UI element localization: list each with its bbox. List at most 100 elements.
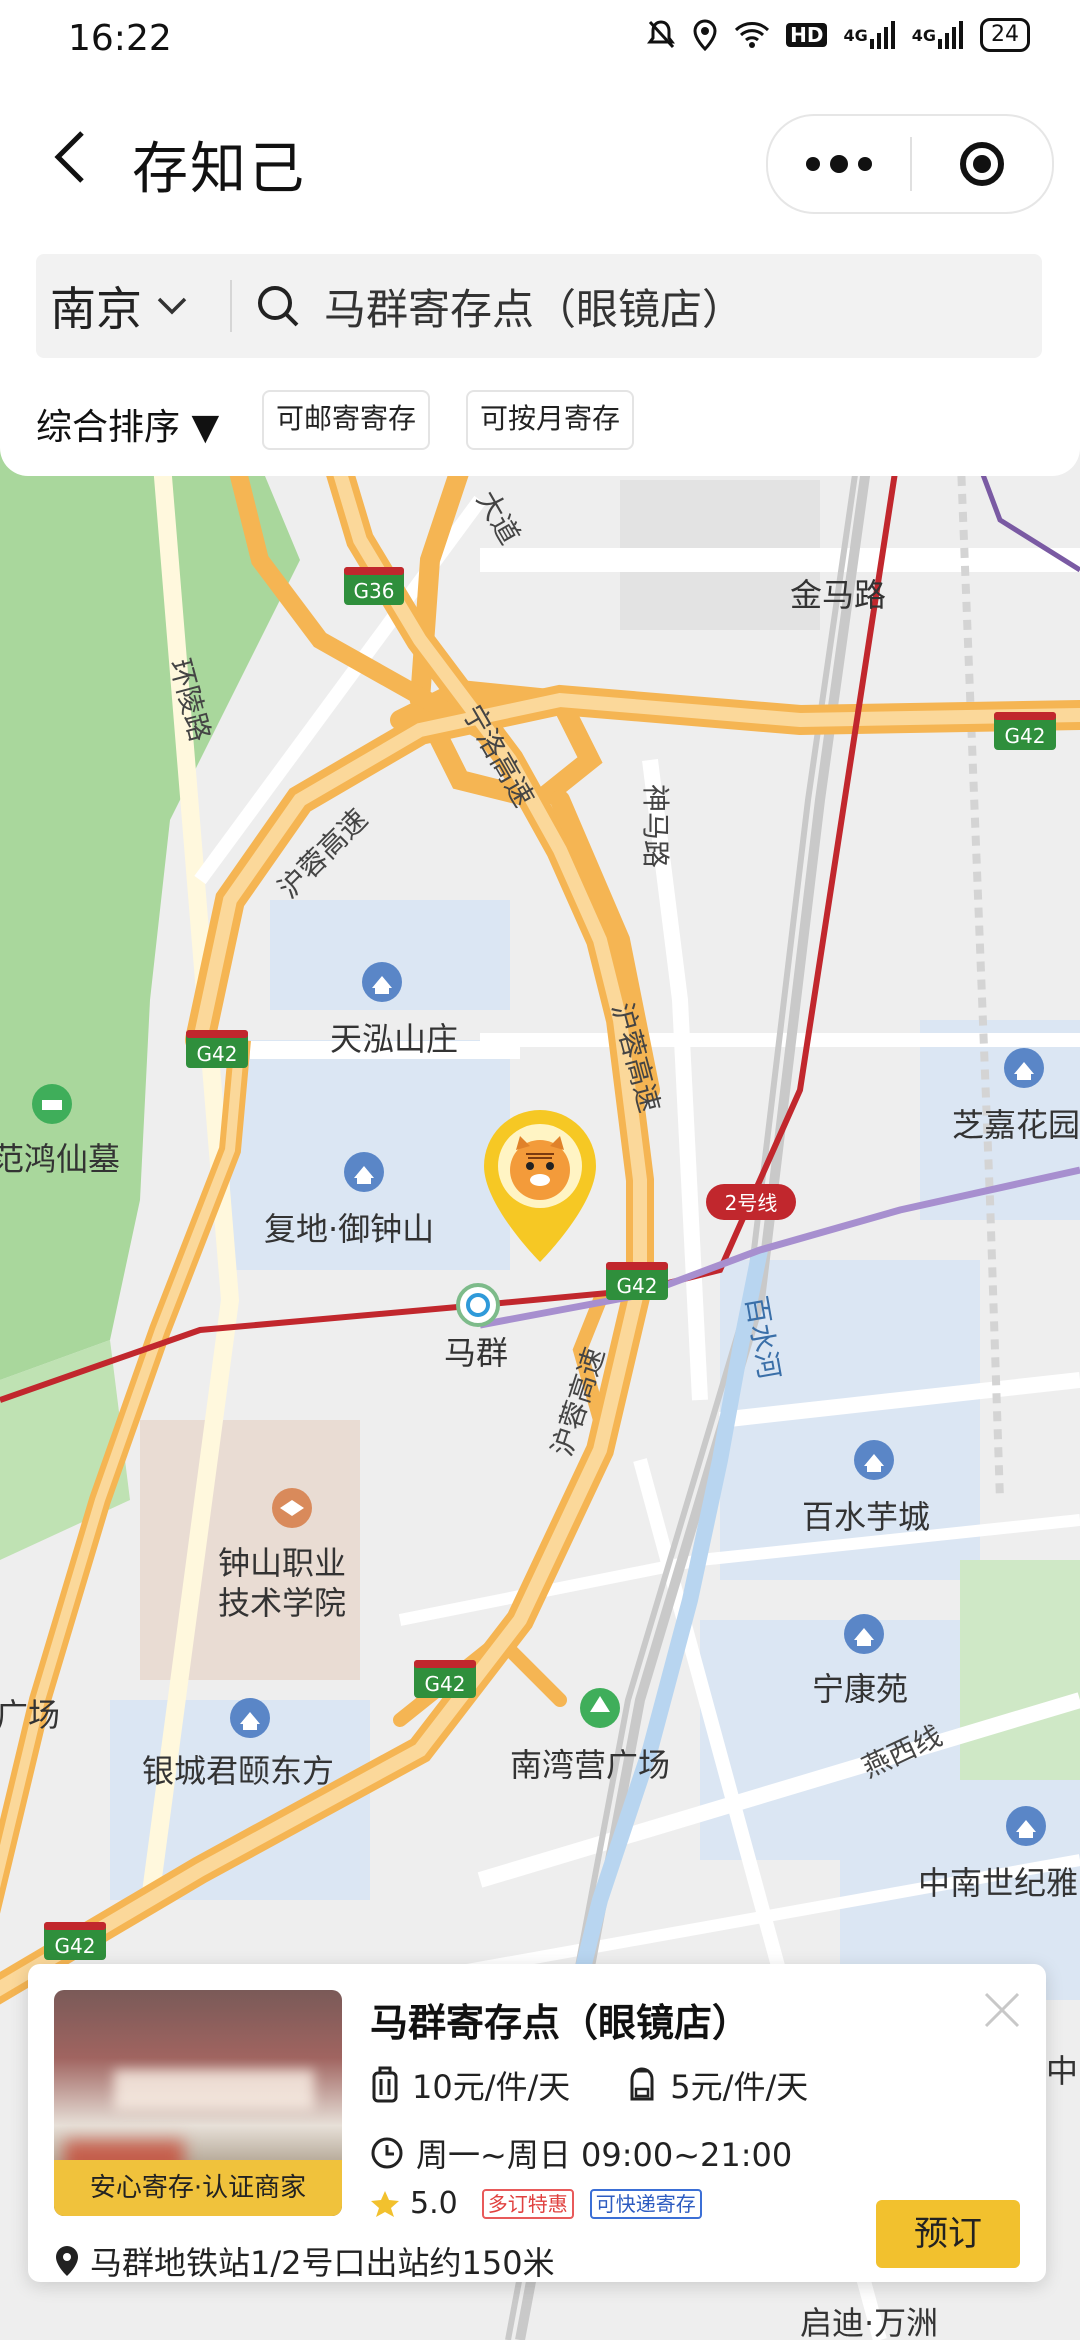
filter-chip-mail[interactable]: 可邮寄寄存 — [262, 390, 431, 450]
price-row: 10元/件/天 5元/件/天 — [370, 2062, 864, 2108]
residential-poi-icon — [854, 1440, 894, 1480]
certified-tag: 安心寄存·认证商家 — [54, 2160, 342, 2216]
wifi-icon — [734, 21, 770, 49]
dot-icon — [806, 157, 820, 171]
residential-poi-icon — [1006, 1806, 1046, 1846]
store-photo[interactable]: 安心寄存·认证商家 — [54, 1990, 342, 2216]
business-hours: 周一~周日 09:00~21:00 — [370, 2130, 792, 2176]
svg-text:G42: G42 — [1005, 724, 1046, 748]
close-icon[interactable] — [980, 1988, 1024, 2032]
scenic-poi-icon — [32, 1084, 72, 1124]
dot-icon — [858, 157, 872, 171]
park-poi-icon — [580, 1688, 620, 1728]
status-icons: HD 4G 4G 24 — [646, 18, 1030, 52]
status-time: 16:22 — [68, 18, 172, 59]
map-label: 百水芋城 — [802, 1498, 930, 1536]
highway-shield-g42: G42 — [606, 1262, 668, 1300]
residential-poi-icon — [1004, 1048, 1044, 1088]
luggage-icon — [372, 2066, 398, 2103]
search-input[interactable]: 马群寄存点（眼镜店） — [324, 276, 744, 337]
backpack-icon — [630, 2067, 654, 2101]
filter-bar: 综合排序 ▼ 可邮寄寄存 可按月寄存 — [0, 376, 1080, 476]
highway-shield-g42: G42 — [186, 1030, 248, 1068]
clock-icon — [371, 2137, 403, 2169]
more-options-button[interactable] — [768, 116, 910, 212]
search-icon — [258, 286, 299, 327]
miniprogram-capsule — [766, 114, 1054, 214]
map-label: 神马路 — [639, 784, 672, 868]
map-label: 金马路 — [790, 576, 886, 614]
metro-line-badge: 2号线 — [706, 1184, 796, 1220]
map-label: 技术学院 — [218, 1584, 346, 1622]
search-section: 南京 马群寄存点（眼镜店） — [0, 226, 1080, 376]
price-bag-text: 5元/件/天 — [670, 2068, 809, 2106]
school-poi-icon — [272, 1488, 312, 1528]
book-button[interactable]: 预订 — [876, 2200, 1020, 2268]
map-label: 马群 — [444, 1334, 508, 1372]
svg-text:G42: G42 — [617, 1274, 658, 1298]
map-label: 宁康苑 — [812, 1670, 908, 1708]
highway-shield-g42: G42 — [44, 1922, 106, 1960]
close-miniprogram-button[interactable] — [912, 116, 1052, 212]
page-title: 存知己 — [132, 137, 306, 202]
highway-shield-g42: G42 — [994, 712, 1056, 750]
store-address: 马群地铁站1/2号口出站约150米 — [54, 2238, 555, 2284]
divider — [230, 280, 232, 332]
target-icon — [960, 142, 1004, 186]
metro-station-icon — [456, 1283, 500, 1327]
svg-text:G42: G42 — [55, 1934, 96, 1958]
address-text: 马群地铁站1/2号口出站约150米 — [90, 2244, 555, 2282]
city-selector[interactable]: 南京 — [36, 273, 230, 339]
dot-icon — [830, 155, 848, 173]
chevron-left-icon — [54, 131, 84, 183]
map-label: 芝嘉花园 — [952, 1106, 1080, 1144]
title-bar: 存知己 — [0, 84, 1080, 226]
store-name: 马群寄存点（眼镜店） — [370, 2001, 751, 2045]
map-label: 启迪·万洲 — [800, 2304, 938, 2340]
location-icon — [692, 19, 718, 51]
residential-poi-icon — [362, 962, 402, 1002]
map-label: 天泓山庄 — [330, 1020, 458, 1058]
location-pin-icon — [56, 2246, 78, 2276]
rating-value: 5.0 — [410, 2186, 458, 2221]
sort-dropdown[interactable]: 综合排序 ▼ — [36, 398, 219, 450]
battery-icon: 24 — [980, 18, 1030, 52]
highway-shield-g36: G36 — [344, 567, 404, 605]
residential-poi-icon — [344, 1152, 384, 1192]
map-label: 广场 — [0, 1696, 60, 1734]
store-card[interactable]: 安心寄存·认证商家 马群寄存点（眼镜店） 10元/件/天 5元/件/天 周一~周… — [28, 1964, 1046, 2282]
map-label: 中 — [1046, 2052, 1078, 2090]
price-luggage-text: 10元/件/天 — [412, 2068, 571, 2106]
signal-icon-2: 4G — [912, 21, 964, 49]
map-label: 钟山职业 — [218, 1544, 346, 1582]
discount-badge: 多订特惠 — [481, 2188, 574, 2219]
price-bag: 5元/件/天 — [626, 2062, 808, 2108]
mute-icon — [646, 19, 676, 51]
map-label: 南湾营广场 — [510, 1746, 670, 1784]
map-label: 中南世纪雅 — [918, 1864, 1078, 1902]
residential-poi-icon — [230, 1698, 270, 1738]
svg-text:2号线: 2号线 — [725, 1191, 778, 1215]
search-box: 南京 马群寄存点（眼镜店） — [36, 254, 1042, 358]
map-label: 银城君颐东方 — [142, 1752, 334, 1790]
svg-text:G36: G36 — [354, 579, 395, 603]
filter-chip-monthly[interactable]: 可按月寄存 — [466, 390, 635, 450]
city-label: 南京 — [50, 282, 142, 336]
hd-icon: HD — [786, 23, 828, 47]
delivery-badge: 可快递寄存 — [589, 2188, 702, 2219]
svg-text:G42: G42 — [425, 1672, 466, 1696]
residential-poi-icon — [844, 1614, 884, 1654]
star-icon — [371, 2190, 399, 2217]
svg-text:G42: G42 — [197, 1042, 238, 1066]
map-label: 复地·御钟山 — [264, 1210, 434, 1248]
price-luggage: 10元/件/天 — [370, 2062, 570, 2108]
chevron-down-icon — [157, 297, 187, 315]
store-photo-detail — [114, 2070, 314, 2110]
hours-text: 周一~周日 09:00~21:00 — [416, 2136, 793, 2174]
highway-shield-g42: G42 — [414, 1660, 476, 1698]
signal-icon: 4G — [843, 21, 895, 49]
map-label: 范鸿仙墓 — [0, 1140, 120, 1178]
back-button[interactable] — [40, 122, 100, 192]
rating-row: 5.0 多订特惠 可快递寄存 — [370, 2186, 702, 2221]
status-bar: 16:22 HD 4G 4G 24 — [0, 0, 1080, 84]
